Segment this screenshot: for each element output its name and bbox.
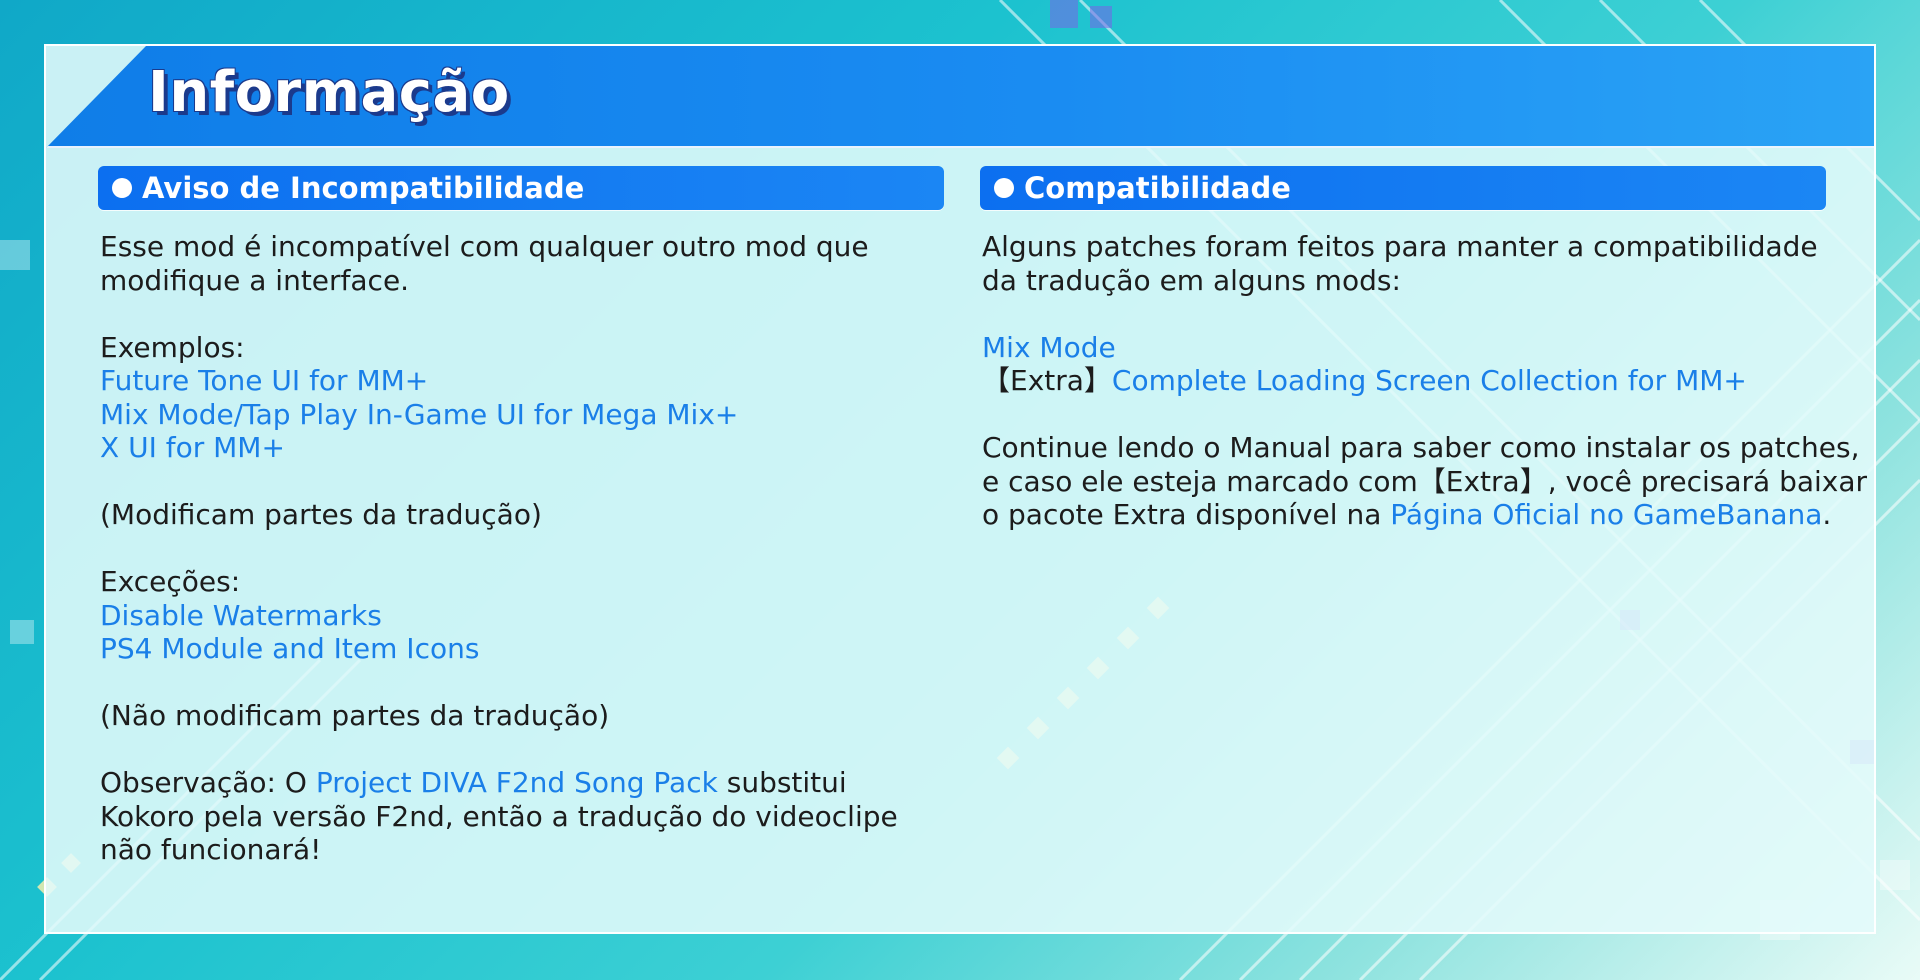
manual-line-3: o pacote Extra disponível na Página Ofic… (982, 498, 1831, 532)
link-mix-mode[interactable]: Mix Mode (982, 331, 1116, 364)
observation-prefix: Observação: O (100, 766, 316, 799)
examples-label: Exemplos: (100, 330, 245, 364)
exceptions-label: Exceções: (100, 565, 241, 598)
info-panel: Informação Aviso de Incompatibilidade Es… (44, 44, 1876, 934)
link-future-tone-ui[interactable]: Future Tone UI for MM+ (100, 364, 942, 398)
intro-line: Alguns patches foram feitos para manter … (982, 230, 1818, 263)
compatibility-section: Compatibilidade Alguns patches foram fei… (980, 166, 1868, 532)
white-dot-icon (994, 178, 1014, 198)
link-project-diva-f2nd-song-pack[interactable]: Project DIVA F2nd Song Pack (316, 766, 718, 799)
observation-line: Observação: O Project DIVA F2nd Song Pac… (100, 766, 942, 800)
panel-title: Informação (148, 60, 510, 125)
observation-line-3: não funcionará! (100, 833, 322, 866)
incompatibility-heading: Aviso de Incompatibilidade (142, 171, 585, 205)
manual-line-3-suffix: . (1822, 498, 1832, 531)
link-ps4-module-item-icons[interactable]: PS4 Module and Item Icons (100, 632, 942, 666)
link-disable-watermarks[interactable]: Disable Watermarks (100, 599, 942, 633)
link-complete-loading-screen-collection[interactable]: Complete Loading Screen Collection for M… (1112, 364, 1747, 397)
incompatibility-body: Esse mod é incompatível com qualquer out… (98, 210, 944, 867)
mod-prefix: 【Extra】 (982, 364, 1112, 397)
incompatibility-section: Aviso de Incompatibilidade Esse mod é in… (98, 166, 944, 867)
link-x-ui[interactable]: X UI for MM+ (100, 431, 942, 465)
observation-suffix: substitui (717, 766, 847, 799)
manual-line-1: Continue lendo o Manual para saber como … (982, 431, 1860, 464)
mod-item: Mix Mode (982, 331, 1824, 365)
compatibility-heading: Compatibilidade (1024, 171, 1291, 205)
observation-line-2: Kokoro pela versão F2nd, então a traduçã… (100, 799, 898, 833)
compatibility-header: Compatibilidade (980, 166, 1826, 210)
intro-line: Esse mod é incompatível com qualquer out… (100, 230, 869, 263)
intro-line: modifique a interface. (100, 263, 410, 297)
manual-line-2: e caso ele esteja marcado com【Extra】, vo… (982, 464, 1868, 498)
mod-item: 【Extra】Complete Loading Screen Collectio… (982, 364, 1824, 398)
examples-note: (Modificam partes da tradução) (100, 498, 542, 531)
compatibility-body: Alguns patches foram feitos para manter … (980, 210, 1868, 532)
manual-line-3-prefix: o pacote Extra disponível na (982, 498, 1391, 531)
link-mix-mode-tap-play-ui[interactable]: Mix Mode/Tap Play In-Game UI for Mega Mi… (100, 398, 942, 432)
incompatibility-header: Aviso de Incompatibilidade (98, 166, 944, 210)
white-dot-icon (112, 178, 132, 198)
exceptions-note: (Não modificam partes da tradução) (100, 699, 610, 732)
intro-line: da tradução em alguns mods: (982, 263, 1401, 297)
link-gamebanana-official-page[interactable]: Página Oficial no GameBanana (1390, 498, 1822, 531)
